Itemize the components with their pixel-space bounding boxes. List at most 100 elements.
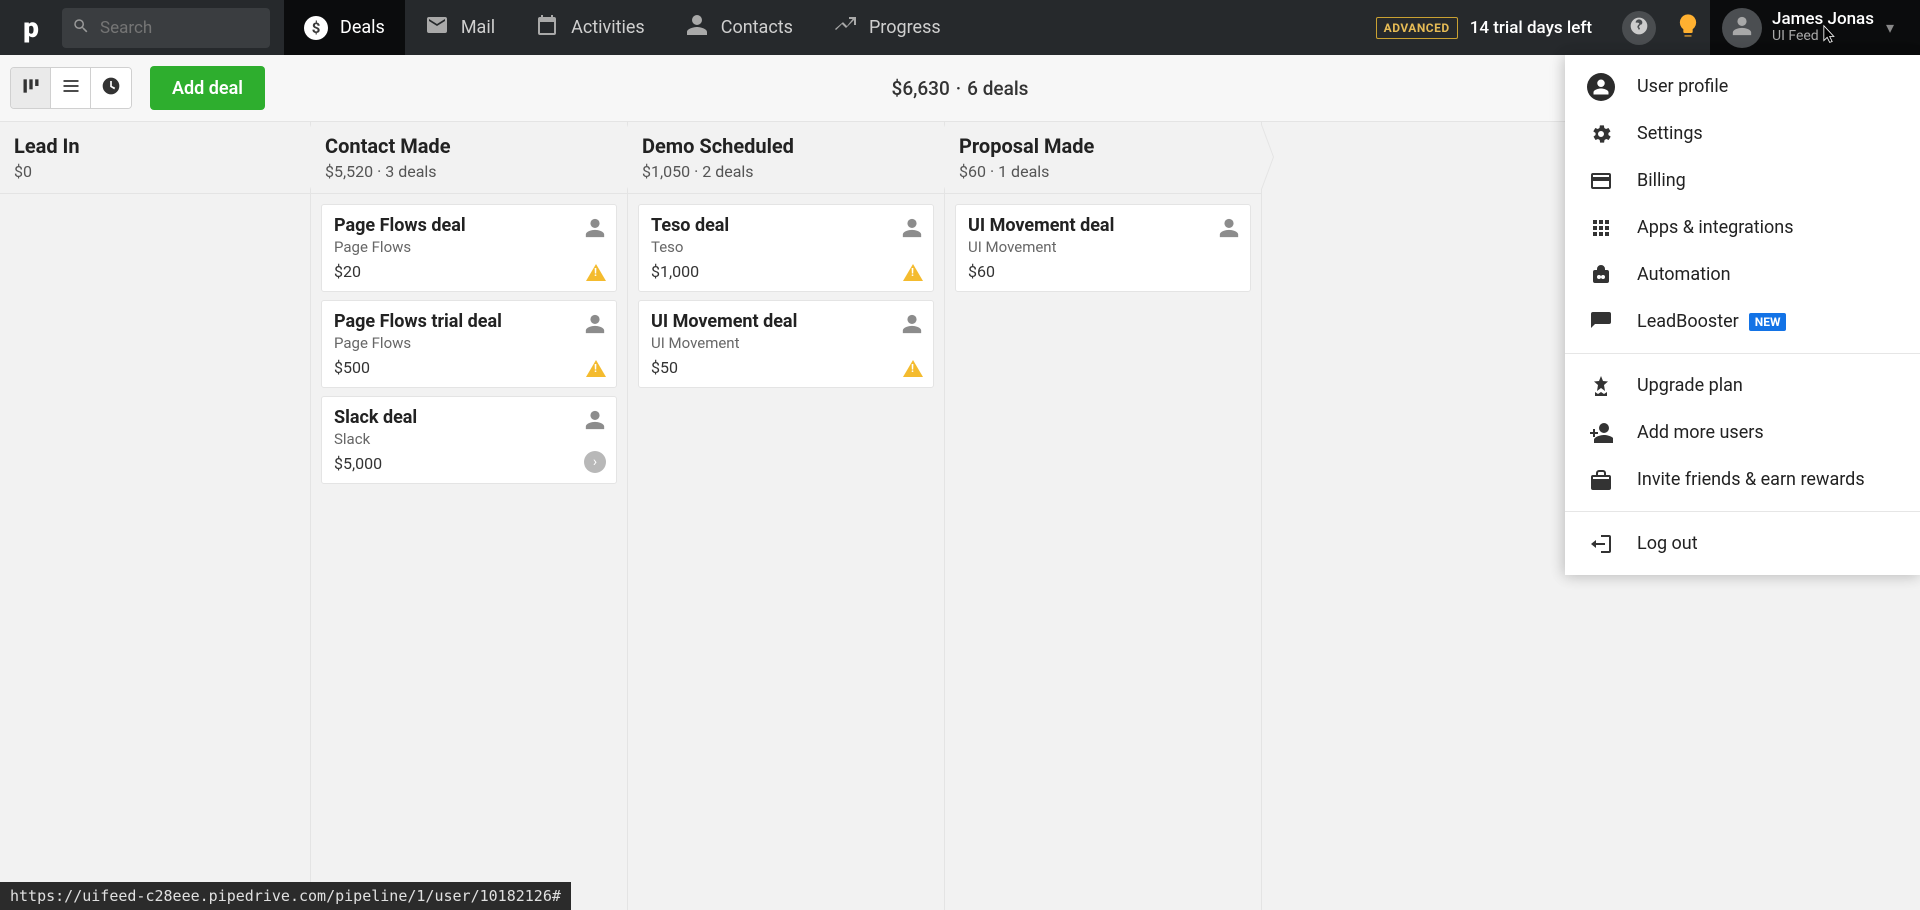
lightbulb-icon bbox=[1674, 12, 1702, 44]
column-cards: Page Flows dealPage Flows$20Page Flows t… bbox=[311, 194, 627, 502]
menu-item-profile[interactable]: User profile bbox=[1565, 63, 1920, 110]
menu-item-label: Automation bbox=[1637, 264, 1731, 285]
new-badge: NEW bbox=[1749, 313, 1787, 331]
warning-icon[interactable] bbox=[586, 360, 606, 377]
deal-company: UI Movement bbox=[968, 238, 1238, 256]
column-cards: Teso dealTeso$1,000UI Movement dealUI Mo… bbox=[628, 194, 944, 406]
column-cards bbox=[0, 194, 310, 214]
menu-item-label: Billing bbox=[1637, 170, 1686, 191]
deal-amount: $5,000 bbox=[334, 454, 604, 473]
user-dropdown-menu: User profile Settings Billing Apps & integr… bbox=[1565, 55, 1920, 575]
column-header[interactable]: Proposal Made$60 · 1 deals bbox=[945, 122, 1261, 194]
summary-count: 6 deals bbox=[967, 77, 1028, 100]
person-icon[interactable] bbox=[1218, 217, 1240, 239]
column-header[interactable]: Lead In$0 bbox=[0, 122, 310, 194]
list-icon bbox=[61, 76, 81, 100]
chevron-down-icon: ▾ bbox=[1886, 18, 1894, 37]
menu-item-invite[interactable]: Invite friends & earn rewards bbox=[1565, 456, 1920, 503]
apps-icon bbox=[1587, 214, 1615, 242]
kanban-column: Proposal Made$60 · 1 deals UI Movement de… bbox=[945, 122, 1262, 910]
deal-card[interactable]: UI Movement dealUI Movement$50 bbox=[638, 300, 934, 388]
user-company: UI Feed bbox=[1772, 29, 1874, 44]
deal-amount: $1,000 bbox=[651, 262, 921, 281]
deal-card[interactable]: Page Flows trial dealPage Flows$500 bbox=[321, 300, 617, 388]
menu-item-label: Settings bbox=[1637, 123, 1703, 144]
warning-icon[interactable] bbox=[586, 264, 606, 281]
deal-title: Slack deal bbox=[334, 407, 604, 428]
deals-icon: $ bbox=[304, 16, 328, 40]
menu-item-settings[interactable]: Settings bbox=[1565, 110, 1920, 157]
deal-title: UI Movement deal bbox=[968, 215, 1238, 236]
invite-icon bbox=[1587, 466, 1615, 494]
summary-amount: $6,630 bbox=[892, 77, 950, 100]
user-name: James Jonas bbox=[1772, 10, 1874, 29]
menu-item-logout[interactable]: Log out bbox=[1565, 520, 1920, 567]
menu-item-leadbooster[interactable]: LeadBooster NEW bbox=[1565, 298, 1920, 345]
nav-activities[interactable]: Activities bbox=[515, 0, 665, 55]
menu-item-apps[interactable]: Apps & integrations bbox=[1565, 204, 1920, 251]
deal-card[interactable]: Page Flows dealPage Flows$20 bbox=[321, 204, 617, 292]
deal-amount: $50 bbox=[651, 358, 921, 377]
deal-card[interactable]: Slack deal Slack $5,000› bbox=[321, 396, 617, 484]
person-icon[interactable] bbox=[901, 217, 923, 239]
menu-item-upgrade[interactable]: Upgrade plan bbox=[1565, 362, 1920, 409]
warning-icon[interactable] bbox=[903, 360, 923, 377]
deal-title: Page Flows deal bbox=[334, 215, 604, 236]
menu-item-label: LeadBooster bbox=[1637, 311, 1739, 332]
logout-icon bbox=[1587, 530, 1615, 558]
nav-label: Progress bbox=[869, 17, 941, 38]
column-title: Lead In bbox=[14, 134, 296, 158]
deal-company: Teso bbox=[651, 238, 921, 256]
deal-card[interactable]: UI Movement dealUI Movement$60 bbox=[955, 204, 1251, 292]
menu-item-addusers[interactable]: Add more users bbox=[1565, 409, 1920, 456]
profile-icon bbox=[1587, 73, 1615, 101]
help-button[interactable] bbox=[1622, 11, 1656, 45]
menu-section: User profile Settings Billing Apps & integr… bbox=[1565, 55, 1920, 354]
menu-item-label: Apps & integrations bbox=[1637, 217, 1794, 238]
person-icon bbox=[685, 13, 721, 42]
nav-contacts[interactable]: Contacts bbox=[665, 0, 813, 55]
view-list-button[interactable] bbox=[51, 68, 91, 108]
deal-company: Slack bbox=[334, 430, 604, 448]
column-title: Contact Made bbox=[325, 134, 613, 158]
menu-section: Log out bbox=[1565, 512, 1920, 575]
tips-button[interactable] bbox=[1666, 6, 1710, 50]
menu-item-label: Invite friends & earn rewards bbox=[1637, 469, 1865, 490]
menu-item-label: Log out bbox=[1637, 533, 1698, 554]
plan-badge[interactable]: ADVANCED bbox=[1376, 17, 1458, 39]
user-menu-trigger[interactable]: James Jonas UI Feed ▾ bbox=[1710, 0, 1920, 55]
add-deal-button[interactable]: Add deal bbox=[150, 66, 265, 110]
column-title: Demo Scheduled bbox=[642, 134, 930, 158]
deal-company: UI Movement bbox=[651, 334, 921, 352]
view-toggle bbox=[10, 67, 132, 109]
deal-title: Teso deal bbox=[651, 215, 921, 236]
column-stats: $1,050 · 2 deals bbox=[642, 162, 930, 181]
person-icon[interactable] bbox=[901, 313, 923, 335]
help-icon bbox=[1629, 16, 1649, 40]
deal-card[interactable]: Teso deal Teso $1,000 bbox=[638, 204, 934, 292]
top-nav: p $ Deals Mail Activities Contacts Progr… bbox=[0, 0, 1920, 55]
menu-item-automation[interactable]: Automation bbox=[1565, 251, 1920, 298]
app-logo[interactable]: p bbox=[0, 11, 62, 44]
deal-company: Page Flows bbox=[334, 238, 604, 256]
person-icon[interactable] bbox=[584, 313, 606, 335]
nav-mail[interactable]: Mail bbox=[405, 0, 515, 55]
trial-days-left[interactable]: 14 trial days left bbox=[1470, 18, 1592, 38]
mail-icon bbox=[425, 13, 461, 42]
column-header[interactable]: Contact Made$5,520 · 3 deals bbox=[311, 122, 627, 194]
nav-progress[interactable]: Progress bbox=[813, 0, 961, 55]
trend-icon bbox=[833, 13, 869, 42]
person-icon[interactable] bbox=[584, 217, 606, 239]
column-header[interactable]: Demo Scheduled $1,050 · 2 deals bbox=[628, 122, 944, 194]
view-forecast-button[interactable] bbox=[91, 68, 131, 108]
deal-company: Page Flows bbox=[334, 334, 604, 352]
next-step-icon[interactable]: › bbox=[584, 451, 606, 473]
nav-deals[interactable]: $ Deals bbox=[284, 0, 405, 55]
kanban-column: Contact Made$5,520 · 3 deals Page Flows d… bbox=[311, 122, 628, 910]
search-input-wrap[interactable] bbox=[62, 8, 270, 48]
upgrade-icon bbox=[1587, 372, 1615, 400]
menu-item-billing[interactable]: Billing bbox=[1565, 157, 1920, 204]
warning-icon[interactable] bbox=[903, 264, 923, 281]
view-pipeline-button[interactable] bbox=[11, 68, 51, 108]
person-icon[interactable] bbox=[584, 409, 606, 431]
